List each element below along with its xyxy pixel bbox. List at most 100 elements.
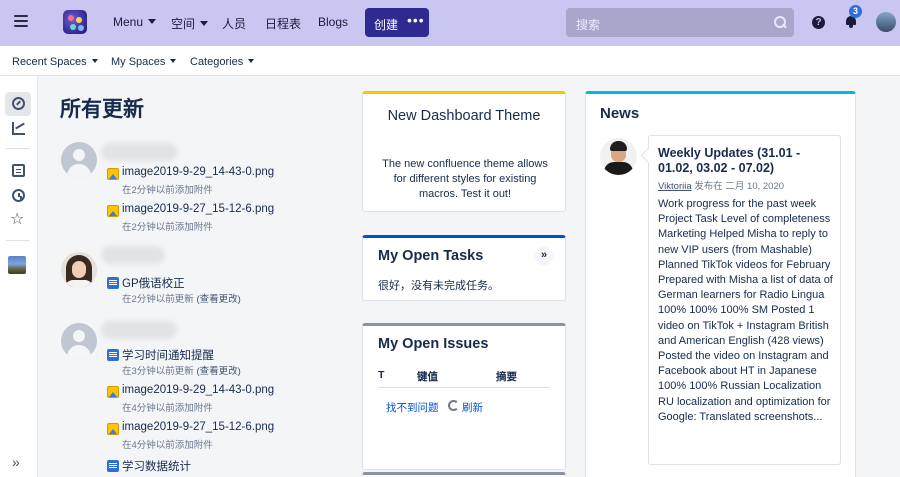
refresh-link[interactable]: 刷新 <box>462 400 483 415</box>
column-header-type[interactable]: T <box>378 369 384 381</box>
spaces-label: 空间 <box>171 17 196 31</box>
news-post-title[interactable]: Weekly Updates (31.01 - 01.02, 03.02 - 0… <box>658 146 836 176</box>
search-icon[interactable] <box>774 16 786 28</box>
page-icon <box>107 349 119 361</box>
page-icon <box>107 277 119 289</box>
update-time: 在2分钟以前更新 <box>122 294 194 305</box>
card-title: My Open Issues <box>378 336 489 352</box>
confluence-logo[interactable] <box>63 10 87 34</box>
image-file-icon <box>107 205 119 217</box>
publish-date: 发布在 二月 10, 2020 <box>694 181 785 192</box>
update-item-meta: 在2分钟以前添加附件 <box>122 185 213 196</box>
user-avatar[interactable] <box>876 12 896 32</box>
news-post-meta: Viktoriia 发布在 二月 10, 2020 <box>658 178 784 192</box>
star-icon: ☆ <box>10 211 25 228</box>
blogs-link[interactable]: Blogs <box>318 15 348 29</box>
avatar[interactable] <box>61 323 97 359</box>
update-item-meta: 在2分钟以前添加附件 <box>122 222 213 233</box>
no-issues-found-link[interactable]: 找不到问题 <box>386 400 439 415</box>
redacted-username <box>101 143 177 161</box>
author-link[interactable]: Viktoriia <box>658 181 692 192</box>
search-input[interactable]: 搜索 <box>566 8 794 37</box>
update-item-title[interactable]: image2019-9-29_14-43-0.png <box>122 166 274 178</box>
avatar[interactable] <box>61 142 97 178</box>
open-tasks-card: My Open Tasks » 很好，没有未完成任务。 <box>362 235 566 301</box>
menu-label: Menu <box>113 15 144 29</box>
categories-label: Categories <box>190 56 244 68</box>
refresh-icon[interactable] <box>448 400 459 411</box>
avatar-body <box>65 280 93 288</box>
chevron-down-icon <box>91 59 98 63</box>
chevron-down-icon <box>148 19 157 24</box>
drafts-button[interactable] <box>5 159 31 183</box>
avatar[interactable] <box>61 252 97 288</box>
starred-button[interactable]: ☆ <box>5 209 31 233</box>
create-label: 创建 <box>374 18 399 32</box>
people-link[interactable]: 人员 <box>222 15 246 32</box>
rail-divider <box>6 240 30 241</box>
image-file-icon <box>107 386 119 398</box>
update-item-meta: 在4分钟以前添加附件 <box>122 403 213 414</box>
spaces-dropdown[interactable]: 空间 <box>171 15 209 32</box>
space-avatar[interactable] <box>8 256 26 274</box>
column-header-key[interactable]: 键值 <box>417 369 438 384</box>
news-post: Weekly Updates (31.01 - 01.02, 03.02 - 0… <box>648 135 841 465</box>
more-options-icon[interactable]: ••• <box>407 12 425 28</box>
recent-spaces-dropdown[interactable]: Recent Spaces <box>12 56 98 68</box>
space-navigation-bar: Recent Spaces My Spaces Categories <box>0 46 900 76</box>
chevron-down-icon <box>200 21 209 26</box>
chevron-down-icon <box>248 59 255 63</box>
update-item-title[interactable]: 学习时间通知提醒 <box>122 347 214 363</box>
avatar-face <box>72 261 86 278</box>
compass-icon <box>12 97 25 110</box>
empty-tasks-message: 很好，没有未完成任务。 <box>378 280 499 292</box>
update-item-title[interactable]: image2019-9-29_14-43-0.png <box>122 384 274 396</box>
view-changes-link[interactable]: (查看更改) <box>196 294 240 305</box>
rail-divider <box>6 148 30 149</box>
redacted-username <box>101 246 165 264</box>
my-spaces-label: My Spaces <box>111 56 166 68</box>
update-item-meta: 在4分钟以前添加附件 <box>122 440 213 451</box>
create-button[interactable]: 创建 ••• <box>365 8 429 37</box>
author-avatar[interactable] <box>600 138 637 175</box>
news-post-body: Work progress for the past week Project … <box>658 198 833 423</box>
page-icon <box>12 164 25 177</box>
notification-count-badge: 3 <box>849 5 862 18</box>
news-card: News Weekly Updates (31.01 - 01.02, 03.0… <box>585 91 856 477</box>
update-item-title[interactable]: image2019-9-27_15-12-6.png <box>122 203 274 215</box>
top-navigation-bar: Menu 空间 人员 日程表 Blogs 创建 ••• 搜索 ? 3 <box>0 0 900 46</box>
discover-button[interactable] <box>5 92 31 116</box>
my-spaces-dropdown[interactable]: My Spaces <box>111 56 177 68</box>
dashboard-theme-card: New Dashboard Theme The new confluence t… <box>362 91 566 212</box>
expand-sidebar-icon[interactable]: » <box>12 454 20 470</box>
card-title: News <box>600 105 640 122</box>
view-changes-link[interactable]: (查看更改) <box>196 366 240 377</box>
page-title: 所有更新 <box>60 98 144 121</box>
update-time: 在3分钟以前更新 <box>122 366 194 377</box>
calendar-link[interactable]: 日程表 <box>265 15 301 32</box>
chevron-down-icon <box>170 59 177 63</box>
avatar-body <box>604 162 633 175</box>
hamburger-menu-icon[interactable] <box>14 15 28 27</box>
left-sidebar: ☆ » <box>0 76 38 477</box>
next-gadget-card <box>362 472 566 477</box>
search-placeholder: 搜索 <box>576 18 601 32</box>
categories-dropdown[interactable]: Categories <box>190 56 255 68</box>
update-item-title[interactable]: 学习数据统计 <box>122 458 191 474</box>
menu-dropdown[interactable]: Menu <box>113 15 157 29</box>
page-icon <box>107 460 119 472</box>
card-description: The new confluence theme allows for diff… <box>382 158 548 200</box>
update-item-meta: 在3分钟以前更新 (查看更改) <box>122 363 241 377</box>
update-item-title[interactable]: GP俄语校正 <box>122 275 185 291</box>
clock-icon <box>12 189 25 202</box>
analytics-button[interactable] <box>5 117 31 141</box>
update-item-title[interactable]: image2019-9-27_15-12-6.png <box>122 421 274 433</box>
expand-chevron-icon[interactable]: » <box>535 247 553 265</box>
help-icon[interactable]: ? <box>812 16 825 29</box>
avatar-hair <box>610 141 627 151</box>
update-item-meta: 在2分钟以前更新 (查看更改) <box>122 291 241 305</box>
image-file-icon <box>107 168 119 180</box>
column-header-summary[interactable]: 摘要 <box>496 369 517 384</box>
redacted-username <box>101 321 177 339</box>
recent-button[interactable] <box>5 184 31 208</box>
